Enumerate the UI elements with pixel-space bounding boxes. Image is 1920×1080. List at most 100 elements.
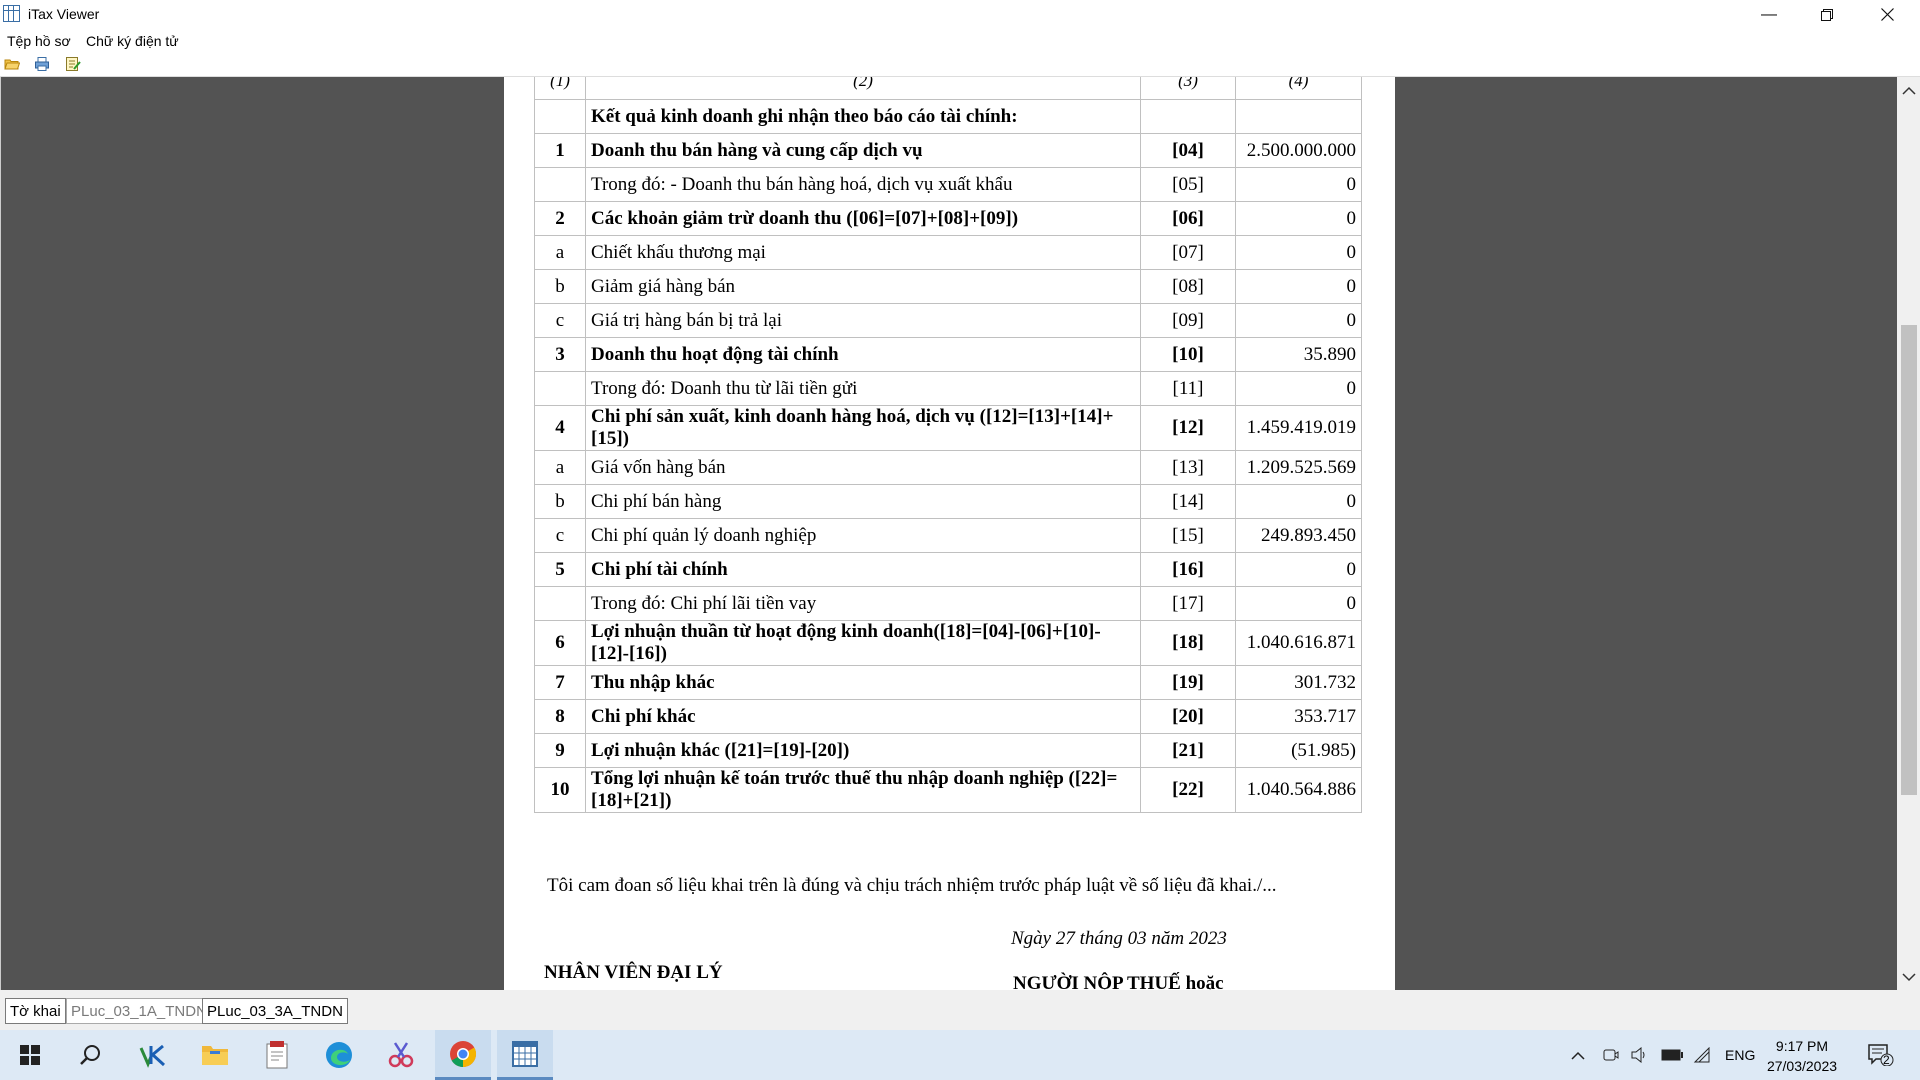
table-row: 2 Các khoản giảm trừ doanh thu ([06]=[07]… xyxy=(534,201,1362,236)
row-value: 301.732 xyxy=(1235,665,1362,700)
scroll-up-button[interactable] xyxy=(1897,77,1920,103)
row-code: [09] xyxy=(1140,303,1236,338)
agent-label: NHÂN VIÊN ĐẠI LÝ xyxy=(544,962,723,983)
print-icon[interactable] xyxy=(34,56,50,72)
row-label: Trong đó: - Doanh thu bán hàng hoá, dịch… xyxy=(585,167,1141,202)
restore-icon xyxy=(1821,8,1833,21)
wifi-icon xyxy=(1693,1047,1710,1063)
row-code: [06] xyxy=(1140,201,1236,236)
row-label: Lợi nhuận thuần từ hoạt động kinh doanh(… xyxy=(585,620,1141,666)
system-clock[interactable]: 9:17 PM 27/03/2023 xyxy=(1762,1036,1842,1076)
row-value: 1.459.419.019 xyxy=(1235,405,1362,451)
restore-button[interactable] xyxy=(1798,0,1856,29)
scroll-thumb[interactable] xyxy=(1901,325,1917,795)
windows-logo-icon xyxy=(20,1045,40,1065)
row-number: b xyxy=(534,484,586,519)
row-label: Các khoản giảm trừ doanh thu ([06]=[07]+… xyxy=(585,201,1141,236)
search-icon xyxy=(80,1045,100,1065)
row-number: 7 xyxy=(534,665,586,700)
row-code: [05] xyxy=(1140,167,1236,202)
camera-icon xyxy=(1603,1049,1619,1061)
table-row: 3 Doanh thu hoạt động tài chính [10] 35.890 xyxy=(534,337,1362,372)
start-button[interactable] xyxy=(2,1030,58,1080)
table-row: 4 Chi phí sản xuất, kinh doanh hàng hoá, … xyxy=(534,405,1362,451)
notification-center-button[interactable]: 2 xyxy=(1868,1030,1901,1080)
row-code: [19] xyxy=(1140,665,1236,700)
row-value xyxy=(1235,99,1362,134)
language-indicator[interactable]: ENG xyxy=(1725,1030,1755,1080)
menu-chu-ky-dien-tu[interactable]: Chữ ký điện tử xyxy=(86,33,179,49)
row-code: [11] xyxy=(1140,371,1236,406)
tab-pluc-03-1a[interactable]: PLuc_03_1A_TNDN xyxy=(66,998,212,1024)
show-hidden-icons-button[interactable] xyxy=(1571,1030,1585,1080)
tab-to-khai[interactable]: Tờ khai xyxy=(5,998,66,1024)
document-tabs-bar: Tờ khai PLuc_03_1A_TNDN PLuc_03_3A_TNDN xyxy=(0,990,1920,1030)
header-col-3: (3) xyxy=(1140,77,1236,100)
table-row: Trong đó: - Doanh thu bán hàng hoá, dịch… xyxy=(534,167,1362,202)
taskbar-file-explorer[interactable] xyxy=(187,1030,243,1080)
document-viewer[interactable]: (1) (2) (3) (4) Kết quả kinh doanh ghi n… xyxy=(0,77,1920,990)
taskbar-search-button[interactable] xyxy=(62,1030,118,1080)
row-number: 5 xyxy=(534,552,586,587)
vertical-scrollbar[interactable] xyxy=(1897,77,1920,990)
taskbar-chrome[interactable] xyxy=(435,1030,491,1080)
row-code: [12] xyxy=(1140,405,1236,451)
row-number: 2 xyxy=(534,201,586,236)
document-app-icon xyxy=(266,1041,288,1069)
table-row: c Giá trị hàng bán bị trả lại [09] 0 xyxy=(534,303,1362,338)
row-value: 1.040.564.886 xyxy=(1235,767,1362,813)
row-number: 1 xyxy=(534,133,586,168)
table-row: 6 Lợi nhuận thuần từ hoạt động kinh doanh… xyxy=(534,620,1362,666)
window-title: iTax Viewer xyxy=(28,6,100,22)
row-number: c xyxy=(534,303,586,338)
meet-now-button[interactable] xyxy=(1603,1030,1619,1080)
taskbar-snipping-tool[interactable] xyxy=(373,1030,429,1080)
row-value: 0 xyxy=(1235,552,1362,587)
table-row: b Chi phí bán hàng [14] 0 xyxy=(534,484,1362,519)
row-number: 9 xyxy=(534,733,586,768)
row-value: 1.209.525.569 xyxy=(1235,450,1362,485)
table-row: Kết quả kinh doanh ghi nhận theo báo cáo… xyxy=(534,99,1362,134)
menu-ho-so[interactable]: Tệp hồ sơ xyxy=(7,33,71,49)
row-number xyxy=(534,586,586,621)
speaker-icon xyxy=(1631,1047,1645,1063)
tab-pluc-03-3a[interactable]: PLuc_03_3A_TNDN xyxy=(202,998,348,1024)
row-value: 0 xyxy=(1235,269,1362,304)
row-label: Chi phí quản lý doanh nghiệp xyxy=(585,518,1141,553)
row-code: [18] xyxy=(1140,620,1236,666)
row-label: Chiết khấu thương mại xyxy=(585,235,1141,270)
row-number: c xyxy=(534,518,586,553)
chevron-up-icon xyxy=(1902,86,1916,95)
toolbar xyxy=(0,52,1920,77)
row-label: Chi phí sản xuất, kinh doanh hàng hoá, d… xyxy=(585,405,1141,451)
row-label: Giá vốn hàng bán xyxy=(585,450,1141,485)
taskbar-edge[interactable] xyxy=(311,1030,367,1080)
edit-document-icon[interactable] xyxy=(65,56,81,72)
notification-count: 2 xyxy=(1883,1053,1890,1067)
minimize-button[interactable]: — xyxy=(1740,0,1798,29)
row-code: [10] xyxy=(1140,337,1236,372)
row-label: Lợi nhuận khác ([21]=[19]-[20]) xyxy=(585,733,1141,768)
volume-button[interactable] xyxy=(1631,1030,1649,1080)
taskbar-document-app[interactable] xyxy=(249,1030,305,1080)
menu-bar: Tệp hồ sơ Chữ ký điện tử xyxy=(0,29,1920,52)
row-value: 0 xyxy=(1235,201,1362,236)
scissors-icon xyxy=(388,1042,414,1068)
table-row: 9 Lợi nhuận khác ([21]=[19]-[20]) [21] (51.… xyxy=(534,733,1362,768)
row-value: 0 xyxy=(1235,484,1362,519)
row-code: [20] xyxy=(1140,699,1236,734)
battery-button[interactable] xyxy=(1661,1030,1683,1080)
row-code: [16] xyxy=(1140,552,1236,587)
close-button[interactable] xyxy=(1858,0,1916,29)
chevron-down-icon xyxy=(1902,972,1916,981)
taskbar-vk-app[interactable] xyxy=(125,1030,181,1080)
open-folder-icon[interactable] xyxy=(4,56,20,72)
table-row: 10 Tổng lợi nhuận kế toán trước thuế thu … xyxy=(534,767,1362,813)
table-row: Trong đó: Doanh thu từ lãi tiền gửi [11] 0 xyxy=(534,371,1362,406)
taskbar-itax-viewer[interactable] xyxy=(497,1030,553,1080)
row-label: Chi phí khác xyxy=(585,699,1141,734)
scroll-down-button[interactable] xyxy=(1897,964,1920,990)
network-button[interactable] xyxy=(1693,1030,1711,1080)
row-value: 0 xyxy=(1235,586,1362,621)
row-value: 1.040.616.871 xyxy=(1235,620,1362,666)
